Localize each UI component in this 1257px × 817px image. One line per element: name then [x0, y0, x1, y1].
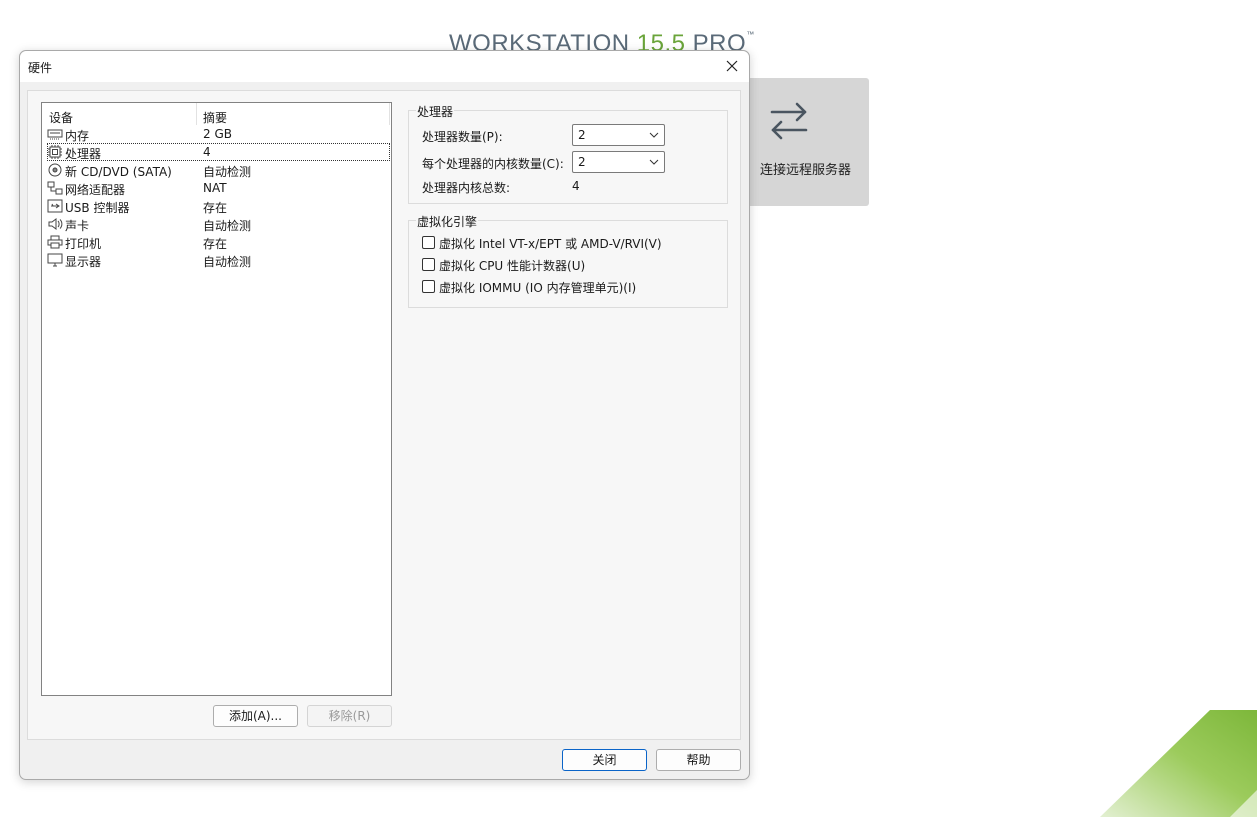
usb-icon — [47, 199, 63, 213]
column-divider[interactable] — [196, 103, 197, 125]
dialog-title: 硬件 — [28, 61, 53, 75]
total-cores-value: 4 — [572, 179, 580, 193]
virtualize-iommu-checkbox[interactable] — [422, 280, 435, 293]
device-name: USB 控制器 — [65, 201, 130, 215]
processor-group-title: 处理器 — [416, 103, 455, 120]
virtualization-group-title: 虚拟化引擎 — [416, 213, 479, 230]
decorative-green-corner — [1100, 710, 1257, 817]
cores-per-processor-select[interactable]: 2 — [572, 151, 665, 173]
virtualize-cpu-counters-label[interactable]: 虚拟化 CPU 性能计数器(U) — [439, 257, 585, 274]
device-name: 内存 — [65, 129, 90, 143]
close-button[interactable]: 关闭 — [562, 749, 647, 771]
virtualize-iommu-label[interactable]: 虚拟化 IOMMU (IO 内存管理单元)(I) — [439, 279, 636, 296]
help-button[interactable]: 帮助 — [656, 749, 741, 771]
connect-remote-server-label: 连接远程服务器 — [759, 163, 851, 178]
device-row-usb-controller[interactable]: USB 控制器 存在 — [42, 197, 391, 215]
virtualize-vtx-label[interactable]: 虚拟化 Intel VT-x/EPT 或 AMD-V/RVI(V) — [439, 235, 662, 252]
virtualize-vtx-checkbox[interactable] — [422, 236, 435, 249]
monitor-icon — [47, 253, 63, 267]
device-summary: 自动检测 — [203, 165, 252, 179]
cores-per-processor-label: 每个处理器的内核数量(C): — [422, 157, 564, 171]
device-row-sound-card[interactable]: 声卡 自动检测 — [42, 215, 391, 233]
device-row-display[interactable]: 显示器 自动检测 — [42, 251, 391, 269]
device-summary: 自动检测 — [203, 219, 252, 233]
remove-device-button[interactable]: 移除(R) — [307, 705, 392, 727]
chevron-down-icon — [649, 132, 659, 138]
processor-count-value: 2 — [578, 128, 586, 142]
device-name: 打印机 — [65, 237, 102, 251]
device-summary: 存在 — [203, 237, 228, 251]
total-cores-label: 处理器内核总数: — [422, 181, 511, 195]
device-name: 网络适配器 — [65, 183, 126, 197]
hardware-dialog: 硬件 设备 摘要 内存 2 GB 处理器 4 新 CD/DVD (SATA) 自… — [19, 50, 750, 780]
device-name: 处理器 — [65, 147, 102, 161]
close-icon[interactable] — [721, 55, 743, 77]
device-list-header: 设备 摘要 — [42, 103, 391, 125]
disc-icon — [48, 163, 62, 177]
device-summary: 自动检测 — [203, 255, 252, 269]
printer-icon — [47, 235, 63, 249]
column-header-summary[interactable]: 摘要 — [203, 109, 227, 126]
device-row-memory[interactable]: 内存 2 GB — [42, 125, 391, 143]
swap-arrows-icon — [770, 102, 808, 140]
device-row-network-adapter[interactable]: 网络适配器 NAT — [42, 179, 391, 197]
virtualize-cpu-counters-checkbox[interactable] — [422, 258, 435, 271]
virtualization-engine-group: 虚拟化引擎 虚拟化 Intel VT-x/EPT 或 AMD-V/RVI(V) … — [408, 213, 728, 308]
device-name: 显示器 — [65, 255, 102, 269]
device-list[interactable]: 设备 摘要 内存 2 GB 处理器 4 新 CD/DVD (SATA) 自动检测… — [41, 102, 392, 696]
device-row-processor[interactable]: 处理器 4 — [42, 143, 391, 161]
column-header-device[interactable]: 设备 — [49, 109, 73, 126]
dialog-client-area: 设备 摘要 内存 2 GB 处理器 4 新 CD/DVD (SATA) 自动检测… — [27, 90, 741, 740]
network-icon — [47, 181, 63, 195]
memory-icon — [47, 129, 63, 140]
processor-group: 处理器 处理器数量(P): 2 每个处理器的内核数量(C): 2 处理器内核总数… — [408, 103, 728, 204]
processor-count-select[interactable]: 2 — [572, 124, 665, 146]
connect-remote-server-tile[interactable]: 连接远程服务器 — [742, 78, 869, 206]
processor-count-label: 处理器数量(P): — [422, 130, 503, 144]
cpu-icon — [48, 145, 62, 159]
column-divider[interactable] — [389, 103, 390, 125]
device-row-printer[interactable]: 打印机 存在 — [42, 233, 391, 251]
cores-per-processor-value: 2 — [578, 155, 586, 169]
device-summary: 2 GB — [203, 127, 232, 141]
chevron-down-icon — [649, 159, 659, 165]
device-summary: NAT — [203, 181, 227, 195]
device-summary: 4 — [203, 145, 211, 159]
dialog-titlebar: 硬件 — [20, 51, 749, 82]
device-summary: 存在 — [203, 201, 228, 215]
device-row-cd-dvd[interactable]: 新 CD/DVD (SATA) 自动检测 — [42, 161, 391, 179]
device-name: 声卡 — [65, 219, 90, 233]
device-name: 新 CD/DVD (SATA) — [65, 165, 172, 179]
add-device-button[interactable]: 添加(A)... — [213, 705, 298, 727]
speaker-icon — [48, 218, 63, 230]
